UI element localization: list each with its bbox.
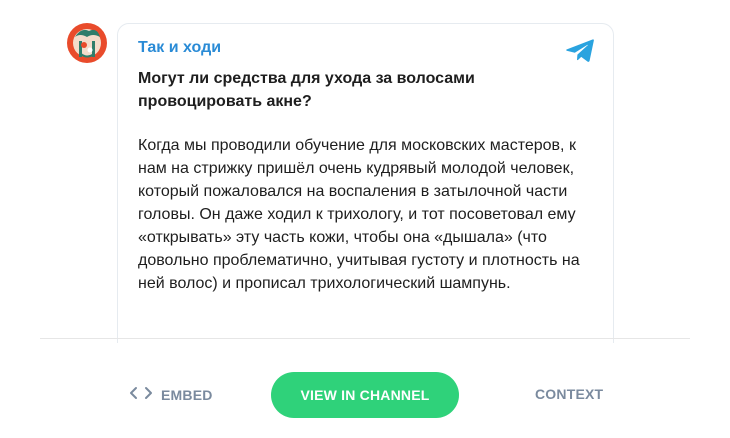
telegram-post-widget: Так и ходи Могут ли средства для ухода з… bbox=[0, 0, 730, 438]
channel-name-link[interactable]: Так и ходи bbox=[138, 39, 221, 57]
telegram-icon[interactable] bbox=[565, 38, 595, 69]
post-body-text: Когда мы проводили обучение для московск… bbox=[138, 137, 580, 292]
footer-divider bbox=[40, 338, 690, 339]
embed-label: EMBED bbox=[161, 386, 213, 403]
embed-button[interactable]: EMBED bbox=[129, 386, 213, 403]
channel-avatar[interactable] bbox=[67, 23, 107, 63]
view-in-channel-button[interactable]: VIEW IN CHANNEL bbox=[271, 372, 459, 418]
post-title: Могут ли средства для ухода за волосами … bbox=[138, 70, 475, 110]
avatar-illustration-icon bbox=[67, 23, 107, 63]
post-card: Так и ходи Могут ли средства для ухода з… bbox=[117, 23, 614, 343]
context-button[interactable]: CONTEXT bbox=[535, 386, 603, 402]
code-brackets-icon bbox=[129, 386, 153, 403]
